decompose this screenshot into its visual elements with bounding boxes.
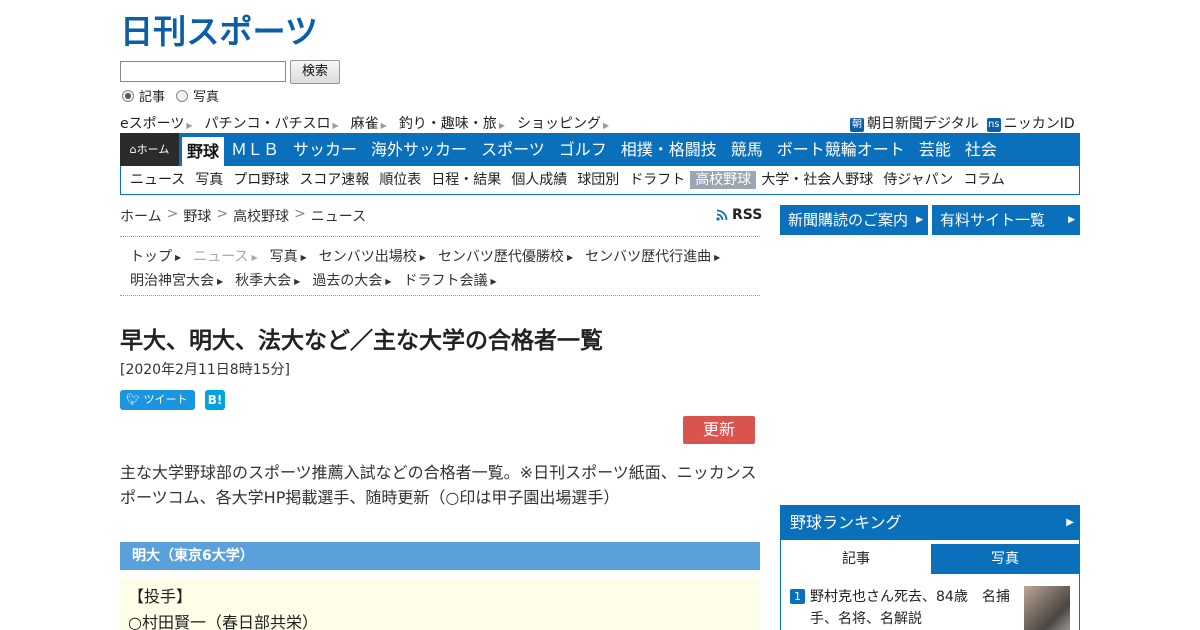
account-links: 朝朝日新聞デジタル ns ニッカンID: [850, 113, 1075, 133]
secnav-past[interactable]: 過去の大会 ▶: [312, 270, 391, 290]
asahi-icon: 朝: [850, 118, 864, 132]
subnav-photo[interactable]: 写真: [190, 171, 228, 189]
home-icon: ⌂: [129, 143, 137, 156]
subnav-samurai-japan[interactable]: 侍ジャパン: [878, 171, 958, 189]
ranking-number: 1: [790, 589, 805, 604]
radio-photo[interactable]: [176, 89, 189, 102]
subnav-score[interactable]: スコア速報: [294, 171, 374, 189]
ranking-item-link[interactable]: 野村克也さん死去、84歳 名捕手、名将、名解説: [810, 586, 1015, 630]
nav-mlb[interactable]: ＭＬＢ: [224, 133, 286, 166]
search-button[interactable]: 検索: [290, 60, 340, 84]
paid-sites-button[interactable]: 有料サイト一覧 ▶: [932, 205, 1080, 235]
secnav-senbatsu-schools[interactable]: センバツ出場校 ▶: [319, 246, 426, 266]
secnav-autumn[interactable]: 秋季大会 ▶: [235, 270, 300, 290]
tweet-button[interactable]: 🐦︎ ツイート: [120, 390, 195, 410]
breadcrumb-high-school[interactable]: 高校野球: [233, 206, 289, 226]
util-link-mahjong[interactable]: 麻雀 ▶: [351, 113, 387, 133]
hatena-bookmark-button[interactable]: B!: [205, 390, 225, 410]
section-heading-meidai: 明大（東京6大学）: [120, 542, 760, 570]
subnav-column[interactable]: コラム: [958, 171, 1010, 189]
util-link-pachinko[interactable]: パチンコ・パチスロ ▶: [205, 113, 339, 133]
nav-keiba[interactable]: 競馬: [724, 133, 770, 166]
ranking-tab-article[interactable]: 記事: [781, 544, 931, 574]
util-link-shopping[interactable]: ショッピング ▶: [517, 113, 609, 133]
secnav-news[interactable]: ニュース ▶: [193, 246, 257, 266]
nav-sumo[interactable]: 相撲・格闘技: [614, 133, 724, 166]
radio-article-label: 記事: [139, 90, 166, 105]
position-label: 【投手】: [128, 587, 193, 606]
article-date: [2020年2月11日8時15分]: [120, 362, 290, 378]
radio-photo-label: 写真: [193, 90, 220, 105]
subnav-standings[interactable]: 順位表: [374, 171, 426, 189]
search-input[interactable]: [120, 61, 286, 82]
ns-icon: ns: [986, 118, 1001, 132]
nav-overseas-soccer[interactable]: 海外サッカー: [364, 133, 474, 166]
secnav-senbatsu-marches[interactable]: センバツ歴代行進曲 ▶: [585, 246, 720, 266]
util-link-fishing[interactable]: 釣り・趣味・旅 ▶: [399, 113, 505, 133]
article-lead: 主な大学野球部のスポーツ推薦入試などの合格者一覧。※日刊スポーツ紙面、ニッカンス…: [120, 463, 757, 507]
subnav-high-school[interactable]: 高校野球: [690, 171, 757, 189]
secnav-top[interactable]: トップ ▶: [130, 246, 181, 266]
subnav-pro-baseball[interactable]: プロ野球: [228, 171, 294, 189]
nav-home[interactable]: ⌂ホーム: [120, 133, 179, 166]
nikkan-id-link[interactable]: ns ニッカンID: [986, 113, 1075, 133]
subscription-button[interactable]: 新聞購読のご案内 ▶: [780, 205, 928, 235]
nav-baseball[interactable]: 野球: [182, 137, 225, 166]
main-nav: ⌂ホーム 野球 ＭＬＢ サッカー 海外サッカー スポーツ ゴルフ 相撲・格闘技 …: [120, 133, 1080, 166]
nav-boat[interactable]: ボート競輪オート: [770, 133, 912, 166]
player-entry: ○村田賢一（春日部共栄）: [128, 613, 318, 630]
nav-sports[interactable]: スポーツ: [474, 133, 552, 166]
breadcrumb-current: ニュース: [310, 209, 367, 225]
arrow-right-icon: ▶: [1068, 215, 1075, 225]
search-type-options: 記事 写真: [122, 86, 219, 105]
subnav-draft[interactable]: ドラフト: [624, 171, 690, 189]
arrow-right-icon: ▶: [1066, 517, 1074, 528]
radio-article[interactable]: [122, 89, 134, 102]
nav-society[interactable]: 社会: [958, 133, 1004, 166]
rss-icon: [716, 209, 728, 221]
subnav-college[interactable]: 大学・社会人野球: [756, 171, 878, 189]
section-nav: トップ ▶ ニュース ▶ 写真 ▶ センバツ出場校 ▶ センバツ歴代優勝校 ▶ センバツ歴…: [120, 236, 760, 296]
nav-soccer[interactable]: サッカー: [286, 133, 364, 166]
rss-link[interactable]: RSS: [716, 207, 762, 223]
asahi-digital-link[interactable]: 朝朝日新聞デジタル: [850, 113, 979, 133]
twitter-icon: 🐦︎: [126, 393, 140, 406]
ranking-heading[interactable]: 野球ランキング ▶: [780, 505, 1080, 540]
arrow-right-icon: ▶: [916, 215, 923, 225]
util-link-esports[interactable]: eスポーツ ▶: [120, 113, 193, 133]
nav-golf[interactable]: ゴルフ: [552, 133, 614, 166]
secnav-photo[interactable]: 写真 ▶: [270, 246, 307, 266]
secnav-meiji-jingu[interactable]: 明治神宮大会 ▶: [130, 270, 223, 290]
article-title: 早大、明大、法大など／主な大学の合格者一覧: [120, 328, 603, 354]
breadcrumb: ホーム > 野球 > 高校野球 > ニュース: [120, 206, 367, 226]
section-body: 【投手】 ○村田賢一（春日部共栄）: [120, 578, 760, 630]
utility-links: eスポーツ ▶ パチンコ・パチスロ ▶ 麻雀 ▶ 釣り・趣味・旅 ▶ ショッピング ▶: [120, 113, 609, 133]
secnav-senbatsu-winners[interactable]: センバツ歴代優勝校 ▶: [438, 246, 573, 266]
logo-text: 日刊スポーツ: [120, 12, 318, 48]
secnav-draft-meeting[interactable]: ドラフト会議 ▶: [403, 270, 496, 290]
subnav-stats[interactable]: 個人成績: [506, 171, 572, 189]
subnav-teams[interactable]: 球団別: [572, 171, 624, 189]
sub-nav: ニュース 写真 プロ野球 スコア速報 順位表 日程・結果 個人成績 球団別 ドラ…: [120, 166, 1080, 195]
ranking-tab-photo[interactable]: 写真: [931, 544, 1079, 574]
ranking-thumbnail[interactable]: [1024, 586, 1070, 630]
subnav-schedule[interactable]: 日程・結果: [426, 171, 506, 189]
breadcrumb-home[interactable]: ホーム: [120, 206, 162, 226]
subnav-news[interactable]: ニュース: [125, 171, 190, 189]
breadcrumb-baseball[interactable]: 野球: [183, 206, 211, 226]
update-button[interactable]: 更新: [683, 416, 755, 444]
nav-entertainment[interactable]: 芸能: [912, 133, 958, 166]
site-logo[interactable]: 日刊スポーツ: [120, 12, 320, 51]
